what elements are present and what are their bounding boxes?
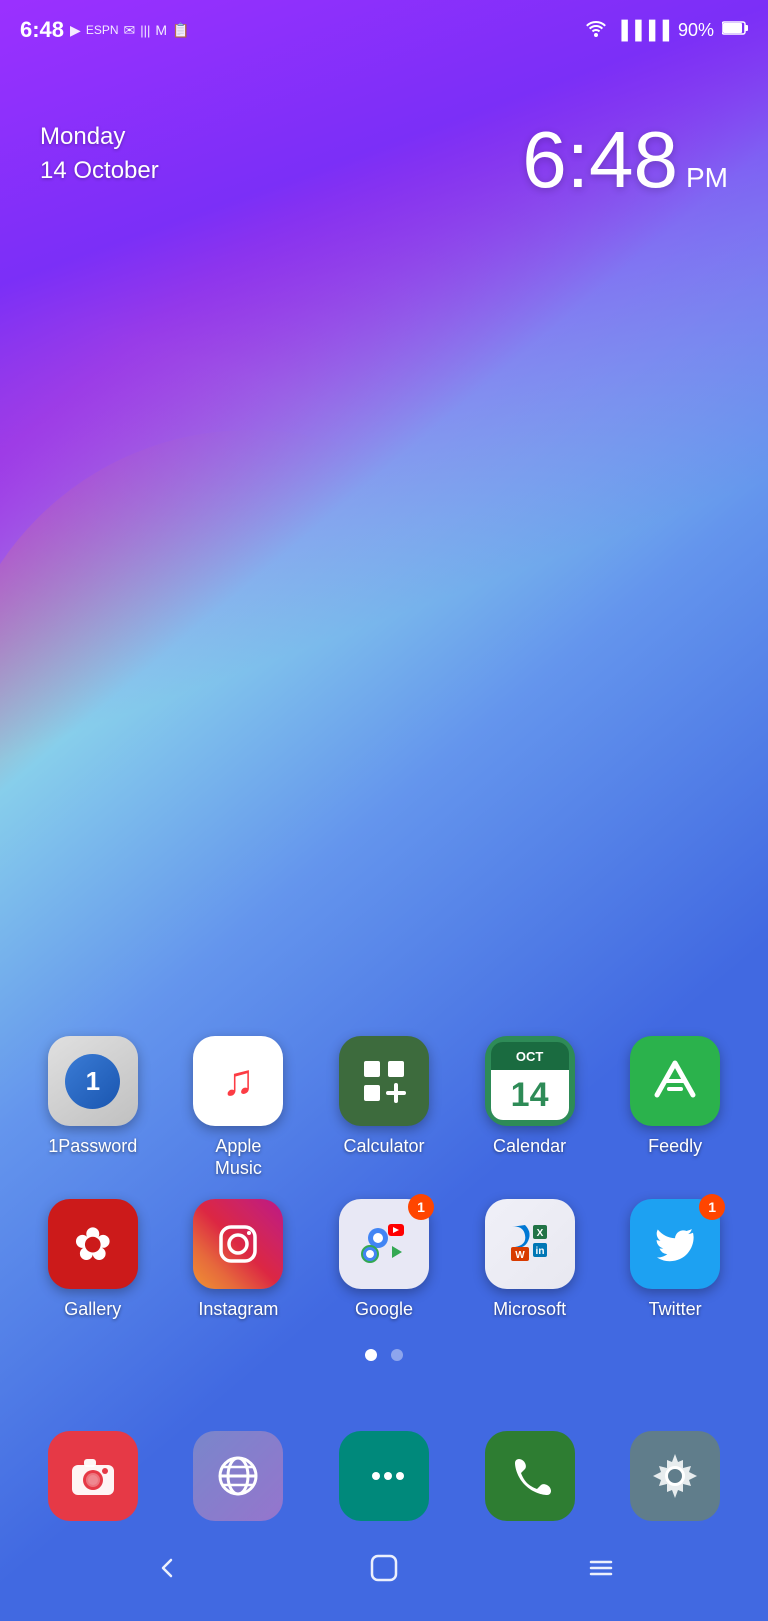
- clock-display: 6:48PM: [522, 120, 728, 200]
- clipboard-icon: 📋: [172, 22, 189, 39]
- apple-music-icon: ♫: [193, 1036, 283, 1126]
- dock-camera[interactable]: [43, 1431, 143, 1521]
- svg-text:W: W: [515, 1250, 525, 1261]
- 1password-label: 1Password: [48, 1136, 137, 1158]
- svg-text:X: X: [536, 1228, 543, 1239]
- wallpaper: [0, 0, 768, 1621]
- app-twitter[interactable]: 1 Twitter: [615, 1199, 735, 1321]
- app-calendar[interactable]: OCT 14 Calendar: [470, 1036, 590, 1179]
- status-right: ▐▐▐▐ 90%: [585, 19, 748, 42]
- date-display: Monday 14 October: [40, 120, 159, 187]
- recent-apps-button[interactable]: [577, 1544, 625, 1599]
- signal-icon: |||: [140, 23, 150, 38]
- google-label: Google: [355, 1299, 413, 1321]
- date-full: 14 October: [40, 154, 159, 188]
- gallery-icon: ✿: [48, 1199, 138, 1289]
- app-row-2: ✿ Gallery Instagram: [20, 1199, 748, 1321]
- messages-dock-icon: [339, 1431, 429, 1521]
- feedly-label: Feedly: [648, 1136, 702, 1158]
- app-google[interactable]: 1 Google: [324, 1199, 444, 1321]
- calendar-label: Calendar: [493, 1136, 566, 1158]
- page-indicators: [0, 1349, 768, 1361]
- status-icons: ▶ ESPN ✉ ||| M 📋: [70, 22, 189, 39]
- apple-music-label: AppleMusic: [215, 1136, 262, 1179]
- dock-phone[interactable]: [480, 1431, 580, 1521]
- nav-bar: [0, 1521, 768, 1621]
- app-gallery[interactable]: ✿ Gallery: [33, 1199, 153, 1321]
- day-of-week: Monday: [40, 120, 159, 154]
- phone-dock-icon: [485, 1431, 575, 1521]
- 1password-icon: 1: [48, 1036, 138, 1126]
- app-row-1: 1 1Password ♫ AppleMusic: [20, 1036, 748, 1179]
- status-time: 6:48: [20, 17, 64, 43]
- calculator-label: Calculator: [343, 1136, 424, 1158]
- dock: [0, 1431, 768, 1521]
- datetime-display: Monday 14 October 6:48PM: [0, 120, 768, 200]
- dock-messages[interactable]: [334, 1431, 434, 1521]
- home-button[interactable]: [358, 1542, 410, 1601]
- google-badge: 1: [408, 1194, 434, 1220]
- app-feedly[interactable]: Feedly: [615, 1036, 735, 1179]
- mail-icon: ✉: [124, 22, 136, 39]
- dock-browser[interactable]: [188, 1431, 288, 1521]
- page-dot-1[interactable]: [365, 1349, 377, 1361]
- microsoft-icon: X in W: [485, 1199, 575, 1289]
- camera-dock-icon: [48, 1431, 138, 1521]
- settings-dock-icon: [630, 1431, 720, 1521]
- app-instagram[interactable]: Instagram: [178, 1199, 298, 1321]
- calendar-icon: OCT 14: [485, 1036, 575, 1126]
- youtube-icon: ▶: [70, 22, 81, 39]
- microsoft-label: Microsoft: [493, 1299, 566, 1321]
- app-apple-music[interactable]: ♫ AppleMusic: [178, 1036, 298, 1179]
- app-grid: 1 1Password ♫ AppleMusic: [0, 1036, 768, 1341]
- browser-dock-icon: [193, 1431, 283, 1521]
- espn-icon: ESPN: [86, 23, 119, 37]
- battery-percentage: 90%: [678, 20, 714, 41]
- instagram-icon: [193, 1199, 283, 1289]
- battery-icon: [722, 20, 748, 41]
- status-bar: 6:48 ▶ ESPN ✉ ||| M 📋 ▐▐▐▐ 90%: [0, 0, 768, 60]
- clock-time: 6:48: [522, 115, 678, 204]
- app-1password[interactable]: 1 1Password: [33, 1036, 153, 1179]
- app-calculator[interactable]: Calculator: [324, 1036, 444, 1179]
- twitter-badge: 1: [699, 1194, 725, 1220]
- back-button[interactable]: [143, 1544, 191, 1599]
- gmail-icon: M: [155, 22, 167, 38]
- page-dot-2[interactable]: [391, 1349, 403, 1361]
- wifi-icon: [585, 19, 607, 42]
- status-left: 6:48 ▶ ESPN ✉ ||| M 📋: [20, 17, 190, 43]
- svg-text:in: in: [535, 1246, 544, 1257]
- dock-settings[interactable]: [625, 1431, 725, 1521]
- instagram-label: Instagram: [198, 1299, 278, 1321]
- twitter-label: Twitter: [649, 1299, 702, 1321]
- feedly-icon: [630, 1036, 720, 1126]
- app-microsoft[interactable]: X in W Microsoft: [470, 1199, 590, 1321]
- signal-bars-icon: ▐▐▐▐: [615, 20, 670, 41]
- gallery-label: Gallery: [64, 1299, 121, 1321]
- clock-ampm: PM: [686, 162, 728, 193]
- calculator-icon: [339, 1036, 429, 1126]
